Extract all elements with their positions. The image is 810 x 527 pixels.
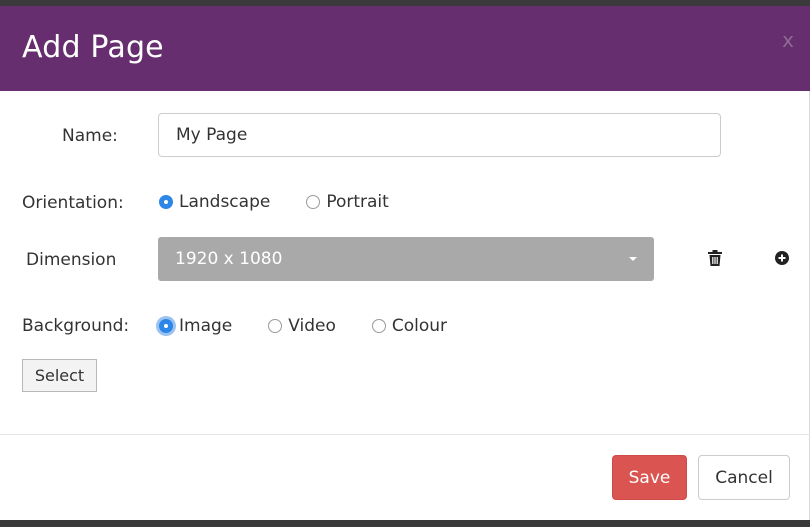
background-image-label: Image xyxy=(179,316,233,336)
orientation-landscape-label: Landscape xyxy=(179,192,271,212)
orientation-radio-group: Landscape Portrait xyxy=(159,192,389,212)
orientation-label: Orientation: xyxy=(22,193,124,213)
chevron-down-icon xyxy=(629,257,637,261)
save-button[interactable]: Save xyxy=(612,455,687,500)
radio-video[interactable] xyxy=(268,319,283,333)
close-button[interactable]: x xyxy=(782,28,794,52)
background-colour-label: Colour xyxy=(391,316,448,336)
dimension-selected-value: 1920 x 1080 xyxy=(175,249,283,269)
radio-landscape[interactable] xyxy=(159,195,173,209)
background-image-option[interactable]: Image xyxy=(159,316,232,336)
add-page-modal: Add Page x Name: Orientation: Landscape … xyxy=(0,6,810,520)
background-radio-group: Image Video Colour xyxy=(159,316,447,336)
background-label: Background: xyxy=(22,316,130,336)
cancel-button[interactable]: Cancel xyxy=(698,455,790,500)
orientation-portrait-label: Portrait xyxy=(326,192,389,212)
name-label: Name: xyxy=(62,126,118,146)
background-video-option[interactable]: Video xyxy=(268,316,336,336)
footer-divider xyxy=(0,434,810,435)
modal-header: Add Page x xyxy=(0,6,810,91)
dimension-select[interactable]: 1920 x 1080 xyxy=(158,237,654,281)
orientation-landscape-option[interactable]: Landscape xyxy=(159,192,270,212)
radio-colour[interactable] xyxy=(371,319,386,333)
modal-title: Add Page xyxy=(22,30,164,65)
radio-image[interactable] xyxy=(159,319,173,333)
orientation-portrait-option[interactable]: Portrait xyxy=(306,192,389,212)
background-video-label: Video xyxy=(288,316,336,336)
dimension-label: Dimension xyxy=(26,250,117,270)
trash-icon[interactable] xyxy=(708,250,722,271)
radio-portrait[interactable] xyxy=(306,195,321,209)
select-button[interactable]: Select xyxy=(22,359,97,392)
plus-circle-icon[interactable] xyxy=(775,251,789,270)
name-input[interactable] xyxy=(158,113,721,157)
background-colour-option[interactable]: Colour xyxy=(371,316,448,336)
